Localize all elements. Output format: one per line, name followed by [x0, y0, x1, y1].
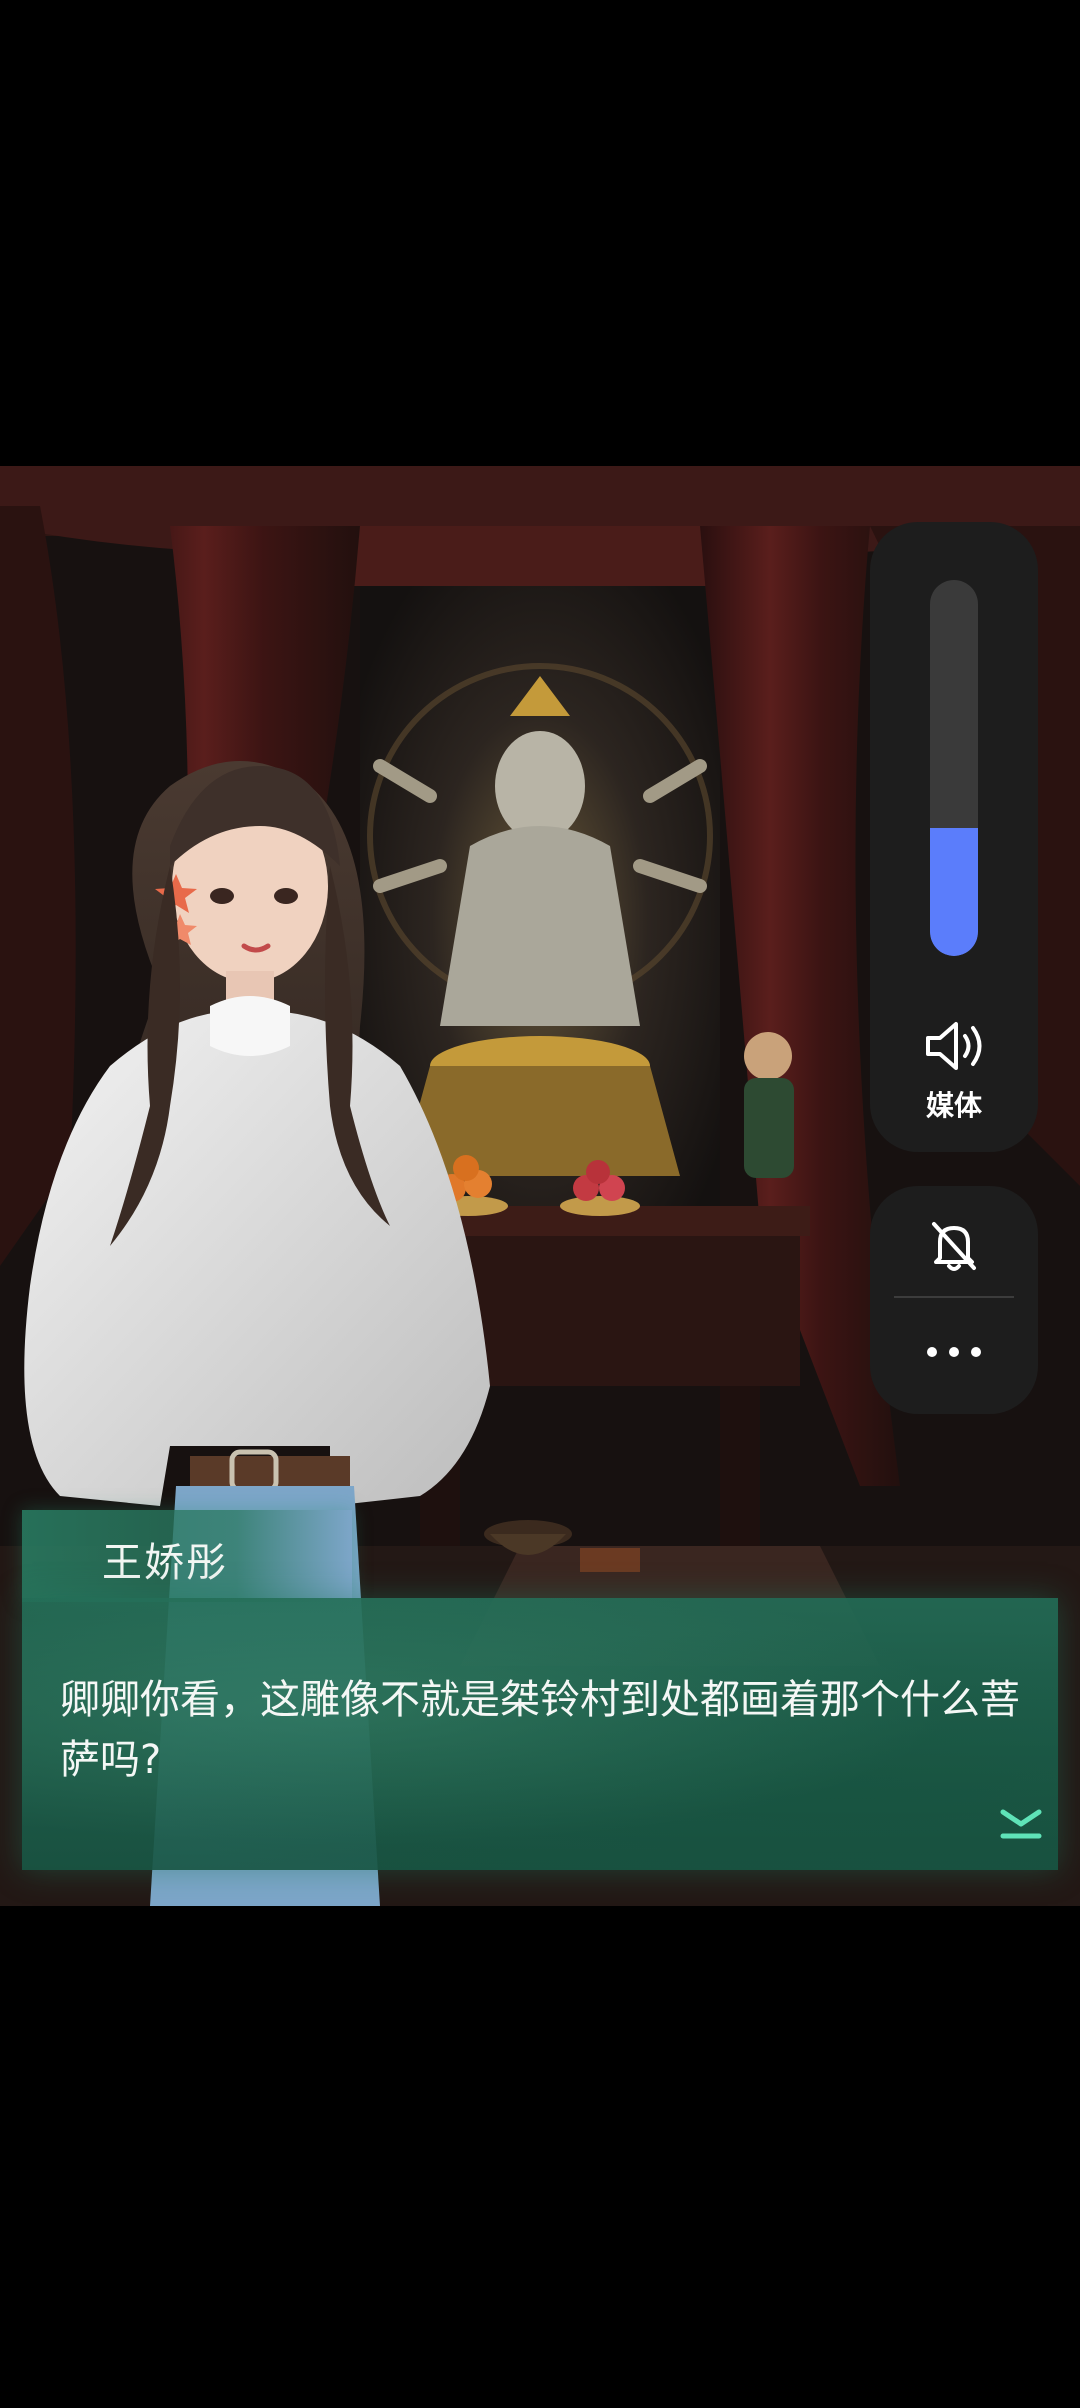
more-icon[interactable] [924, 1344, 984, 1360]
bell-off-icon[interactable] [926, 1218, 982, 1274]
speaker-icon[interactable] [922, 1018, 986, 1074]
dialogue-box[interactable]: 卿卿你看，这雕像不就是桀铃村到处都画着那个什么菩萨吗? [22, 1598, 1058, 1870]
volume-panel: 媒体 [870, 522, 1038, 1152]
dialogue-text: 卿卿你看，这雕像不就是桀铃村到处都画着那个什么菩萨吗? [60, 1677, 1020, 1783]
speaker-name: 王娇彤 [102, 1540, 228, 1586]
volume-slider-fill [930, 828, 978, 956]
ringer-panel [870, 1186, 1038, 1414]
ringer-divider [894, 1296, 1014, 1298]
double-chevron-down-icon[interactable] [1000, 1808, 1042, 1840]
volume-stream-label: 媒体 [925, 1089, 982, 1122]
speaker-name-plate: 王娇彤 [22, 1510, 352, 1602]
volume-slider[interactable] [930, 580, 978, 956]
